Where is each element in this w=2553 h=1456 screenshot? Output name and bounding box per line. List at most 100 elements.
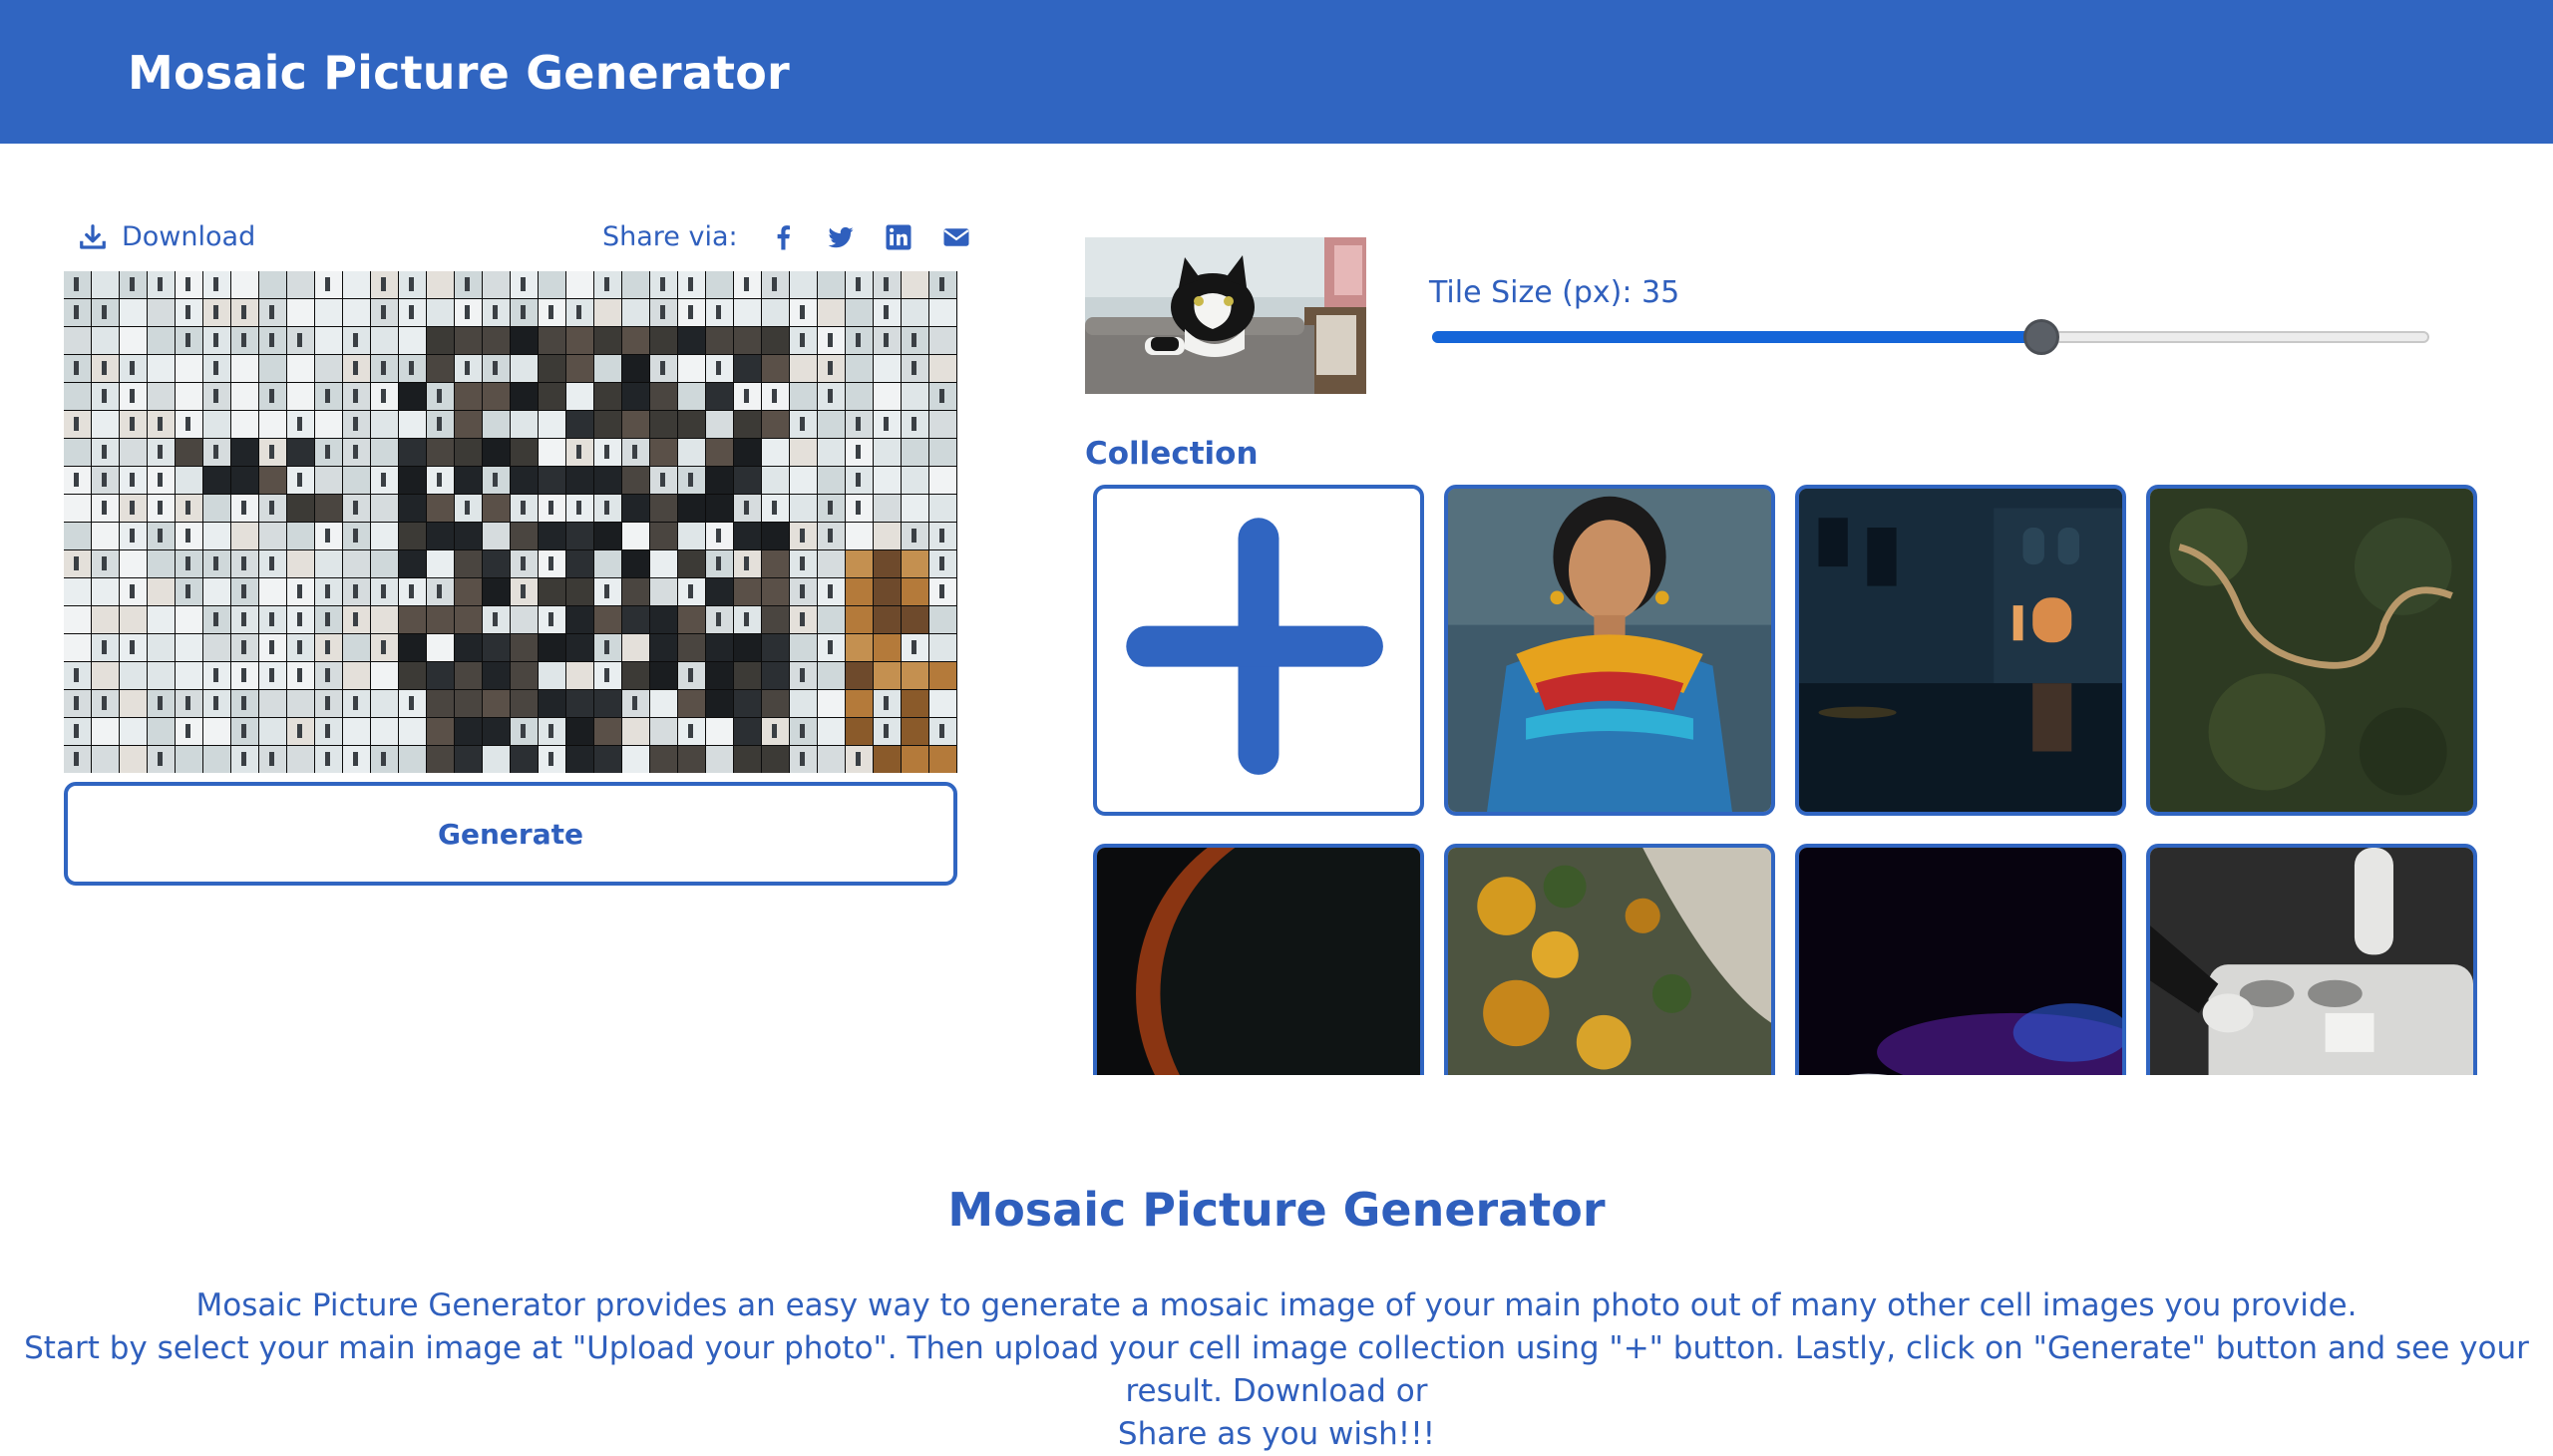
mosaic-tile: [176, 662, 202, 689]
mosaic-tile: [343, 299, 370, 326]
mosaic-tile: [203, 634, 230, 661]
mosaic-tile-detail: [800, 305, 805, 319]
mosaic-tile-detail: [856, 752, 861, 766]
download-button[interactable]: Download: [78, 221, 255, 252]
linkedin-icon[interactable]: [884, 222, 913, 252]
mosaic-tile-detail: [381, 640, 386, 654]
mosaic-tile: [929, 467, 956, 494]
mosaic-tile: [902, 467, 928, 494]
mosaic-tile-detail: [800, 612, 805, 626]
mosaic-tile: [92, 746, 119, 773]
slider-fill: [1432, 331, 2041, 343]
mosaic-tile: [594, 327, 621, 354]
mosaic-tile: [650, 718, 677, 745]
mosaic-tile: [734, 327, 761, 354]
mosaic-tile: [790, 355, 817, 382]
mosaic-tile: [455, 690, 482, 717]
mosaic-tile: [259, 467, 286, 494]
mosaic-tile: [818, 299, 845, 326]
mosaic-tile: [483, 662, 510, 689]
collection-item-hands-machine[interactable]: [2146, 844, 2477, 1075]
mosaic-tile: [92, 578, 119, 605]
collection-item-planet-eclipse[interactable]: [1093, 844, 1424, 1075]
add-image-button[interactable]: [1093, 485, 1424, 816]
mosaic-tile-detail: [269, 501, 274, 515]
collection-item-canal-night[interactable]: [1795, 485, 2126, 816]
generate-button[interactable]: Generate: [64, 782, 957, 886]
mosaic-tile: [762, 439, 789, 466]
mosaic-tile: [678, 523, 705, 549]
mosaic-tile-detail: [213, 668, 218, 682]
mosaic-tile: [511, 327, 538, 354]
mosaic-tile-detail: [521, 584, 526, 598]
mosaic-tile: [846, 578, 873, 605]
mosaic-tile-detail: [158, 501, 163, 515]
mosaic-tile-detail: [548, 724, 553, 738]
mosaic-tile-detail: [576, 445, 581, 459]
mosaic-tile: [622, 411, 649, 438]
mosaic-tile-detail: [521, 305, 526, 319]
collection-item-woman-portrait[interactable]: [1444, 485, 1775, 816]
collection-item-forest-aerial[interactable]: [2146, 485, 2477, 816]
mosaic-tile: [929, 634, 956, 661]
email-icon[interactable]: [941, 222, 971, 252]
mosaic-tile-detail: [269, 333, 274, 347]
mosaic-tile: [706, 746, 733, 773]
mosaic-tile: [929, 327, 956, 354]
mosaic-tile: [287, 550, 314, 577]
info-line-3: Share as you wish!!!: [1117, 1416, 1436, 1452]
mosaic-tile: [650, 327, 677, 354]
mosaic-tile: [902, 690, 928, 717]
mosaic-tile: [622, 327, 649, 354]
mosaic-tile: [678, 411, 705, 438]
mosaic-tile-detail: [604, 668, 609, 682]
mosaic-tile: [427, 718, 454, 745]
mosaic-tile: [902, 746, 928, 773]
collection-item-purple-waves[interactable]: [1795, 844, 2126, 1075]
mosaic-tile: [287, 746, 314, 773]
mosaic-tile-detail: [102, 640, 107, 654]
mosaic-tile-detail: [884, 696, 889, 710]
mosaic-tile-detail: [269, 640, 274, 654]
mosaic-tile: [539, 467, 565, 494]
share-bar: Share via:: [602, 221, 971, 252]
mosaic-tile: [120, 327, 147, 354]
mosaic-tile: [427, 299, 454, 326]
mosaic-tile: [594, 411, 621, 438]
mosaic-tile-detail: [660, 361, 665, 375]
slider-thumb[interactable]: [2023, 319, 2059, 355]
mosaic-tile-detail: [185, 501, 190, 515]
mosaic-tile: [678, 690, 705, 717]
mosaic-tile-detail: [297, 473, 302, 487]
collection-item-autumn-forest[interactable]: [1444, 844, 1775, 1075]
mosaic-tile: [566, 467, 593, 494]
mosaic-tile: [259, 523, 286, 549]
mosaic-tile: [818, 467, 845, 494]
mosaic-tile-detail: [884, 333, 889, 347]
mosaic-tile: [818, 550, 845, 577]
mosaic-tile: [622, 606, 649, 633]
mosaic-tile-detail: [660, 277, 665, 291]
mosaic-tile: [929, 690, 956, 717]
mosaic-tile: [371, 606, 398, 633]
twitter-icon[interactable]: [826, 222, 856, 252]
mosaic-tile: [566, 606, 593, 633]
mosaic-tile-detail: [828, 333, 833, 347]
mosaic-tile: [427, 523, 454, 549]
mosaic-tile-detail: [241, 612, 246, 626]
mosaic-tile: [511, 690, 538, 717]
mosaic-tile-detail: [185, 696, 190, 710]
mosaic-tile: [762, 634, 789, 661]
mosaic-tile: [64, 495, 91, 522]
mosaic-tile: [399, 411, 426, 438]
mosaic-tile-detail: [102, 501, 107, 515]
mosaic-tile: [706, 383, 733, 410]
facebook-icon[interactable]: [768, 222, 798, 252]
tile-size-slider[interactable]: [1432, 319, 2429, 355]
main-photo-thumbnail[interactable]: [1085, 237, 1366, 394]
mosaic-tile: [287, 271, 314, 298]
mosaic-preview: [64, 271, 957, 773]
mosaic-tile: [92, 327, 119, 354]
mosaic-tile: [148, 550, 175, 577]
mosaic-tile-detail: [548, 612, 553, 626]
